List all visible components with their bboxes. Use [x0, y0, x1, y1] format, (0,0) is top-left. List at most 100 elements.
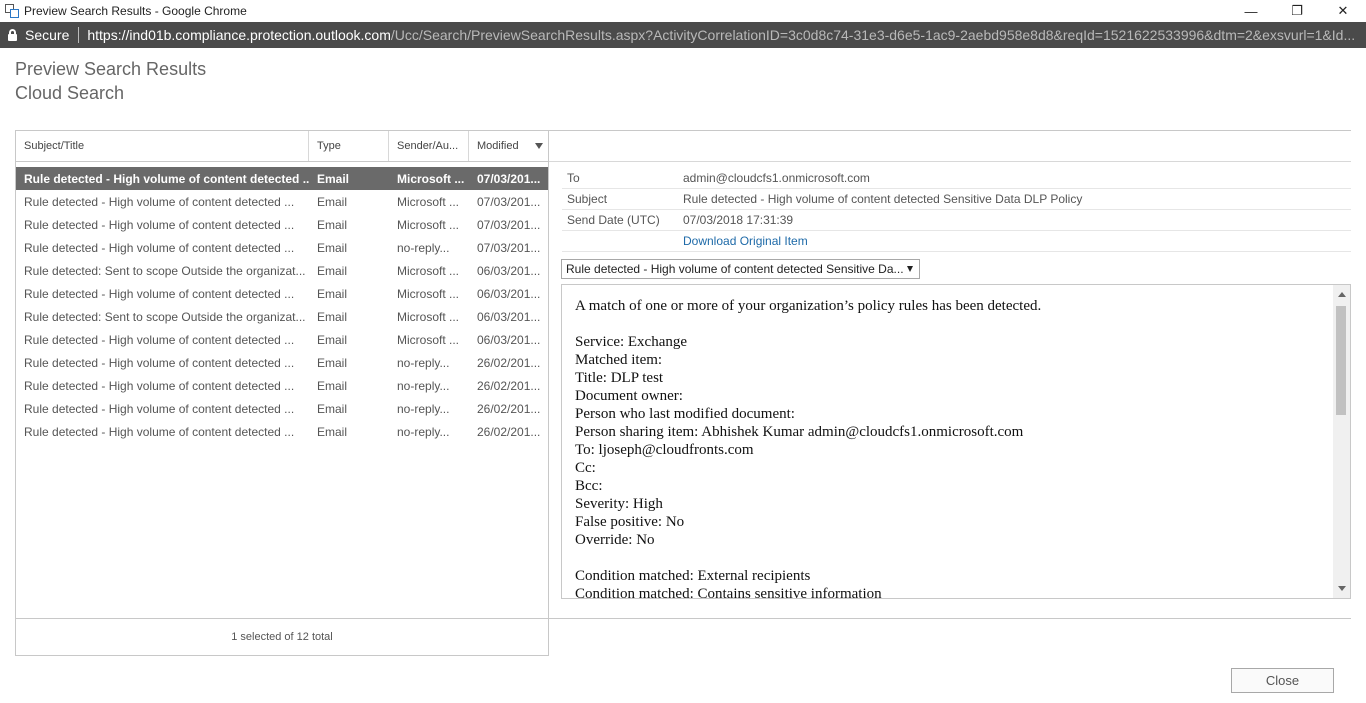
meta-row: To admin@cloudcfs1.onmicrosoft.com	[562, 168, 1351, 189]
scroll-up-icon[interactable]	[1338, 292, 1346, 297]
body-line	[575, 315, 1315, 333]
table-row[interactable]: Rule detected - High volume of content d…	[16, 420, 548, 443]
row-subject: Rule detected - High volume of content d…	[24, 240, 295, 255]
row-modified: 06/03/201...	[477, 286, 541, 301]
item-select-dropdown[interactable]: Rule detected - High volume of content d…	[561, 259, 920, 279]
row-sender: no-reply...	[397, 424, 450, 439]
row-sender: Microsoft ...	[397, 217, 460, 232]
row-type: Email	[317, 194, 348, 209]
column-type[interactable]: Type	[309, 131, 389, 161]
row-type: Email	[317, 332, 348, 347]
row-modified: 26/02/201...	[477, 378, 541, 393]
row-type: Email	[317, 378, 348, 393]
table-row[interactable]: Rule detected: Sent to scope Outside the…	[16, 259, 548, 282]
message-body-frame[interactable]: A match of one or more of your organizat…	[561, 284, 1351, 599]
close-button[interactable]: Close	[1231, 668, 1334, 693]
meta-row: Download Original Item	[562, 231, 1351, 252]
page-title: Preview Search Results	[15, 59, 207, 79]
restore-icon[interactable]: ❐	[1274, 0, 1320, 22]
row-subject: Rule detected: Sent to scope Outside the…	[24, 263, 306, 278]
body-line: Cc:	[575, 460, 596, 476]
table-row[interactable]: Rule detected - High volume of content d…	[16, 236, 548, 259]
lock-icon[interactable]	[8, 29, 17, 41]
table-row[interactable]: Rule detected - High volume of content d…	[16, 282, 548, 305]
row-subject: Rule detected - High volume of content d…	[24, 286, 295, 301]
row-modified: 06/03/201...	[477, 309, 541, 324]
column-sender-author[interactable]: Sender/Au...	[389, 131, 469, 161]
row-type: Email	[317, 263, 348, 278]
row-type: Email	[317, 286, 348, 301]
meta-row: Subject Rule detected - High volume of co…	[562, 189, 1351, 210]
row-type: Email	[317, 309, 348, 324]
url-host[interactable]: https://ind01b.compliance.protection.out…	[87, 27, 391, 43]
close-window-icon[interactable]: ✕	[1320, 0, 1366, 22]
item-select-value: Rule detected - High volume of content d…	[566, 262, 904, 276]
row-modified: 06/03/201...	[477, 332, 541, 347]
window-app-icon	[4, 3, 20, 19]
table-row[interactable]: Rule detected - High volume of content d…	[16, 328, 548, 351]
body-line: Override: No	[575, 532, 655, 548]
row-modified: 07/03/201...	[477, 240, 541, 255]
preview-bottom-border	[549, 618, 1351, 619]
row-type: Email	[317, 240, 348, 255]
results-column-header: Subject/Title Type Sender/Au... Modified	[16, 131, 548, 162]
row-type: Email	[317, 355, 348, 370]
window-titlebar: Preview Search Results - Google Chrome —…	[0, 0, 1366, 22]
row-sender: Microsoft ...	[397, 194, 460, 209]
table-row[interactable]: Rule detected - High volume of content d…	[16, 190, 548, 213]
message-body-scrollbar[interactable]	[1333, 285, 1350, 598]
sort-descending-icon[interactable]	[535, 143, 543, 149]
row-subject: Rule detected: Sent to scope Outside the…	[24, 309, 306, 324]
table-row[interactable]: Rule detected - High volume of content d…	[16, 213, 548, 236]
row-sender: Microsoft ...	[397, 263, 460, 278]
row-modified: 07/03/201...	[477, 217, 541, 232]
row-sender: Microsoft ...	[397, 332, 460, 347]
meta-value: Rule detected - High volume of content d…	[683, 192, 1083, 206]
row-modified: 26/02/201...	[477, 424, 541, 439]
body-line: Service: Exchange	[575, 334, 688, 350]
body-line: Bcc:	[575, 478, 603, 494]
body-line: False positive: No	[575, 514, 685, 530]
address-separator	[78, 27, 80, 43]
body-line: A match of one or more of your organizat…	[575, 298, 1042, 314]
body-line: Title: DLP test	[575, 370, 664, 386]
table-row[interactable]: Rule detected - High volume of content d…	[16, 374, 548, 397]
row-modified: 26/02/201...	[477, 355, 541, 370]
row-sender: no-reply...	[397, 240, 450, 255]
secure-label[interactable]: Secure	[25, 27, 69, 43]
meta-value: admin@cloudcfs1.onmicrosoft.com	[683, 171, 870, 185]
meta-label: Subject	[567, 192, 608, 206]
table-row[interactable]: Rule detected - High volume of content d…	[16, 397, 548, 420]
scroll-thumb[interactable]	[1336, 306, 1346, 415]
meta-row: Send Date (UTC) 07/03/2018 17:31:39	[562, 210, 1351, 231]
body-line: To: ljoseph@cloudfronts.com	[575, 442, 754, 458]
row-type: Email	[317, 424, 348, 439]
column-modified[interactable]: Modified	[469, 131, 548, 161]
meta-value: 07/03/2018 17:31:39	[683, 213, 794, 227]
selection-count: 1 selected of 12 total	[16, 618, 548, 655]
table-row[interactable]: Rule detected: Sent to scope Outside the…	[16, 305, 548, 328]
page-subtitle: Cloud Search	[15, 83, 125, 103]
body-line	[575, 549, 1315, 567]
message-body: A match of one or more of your organizat…	[575, 297, 1315, 598]
dropdown-arrow-icon[interactable]	[907, 266, 913, 272]
window-title: Preview Search Results - Google Chrome	[24, 4, 247, 18]
body-line: Person sharing item: Abhishek Kumar admi…	[575, 424, 1024, 440]
column-subject-title[interactable]: Subject/Title	[16, 131, 309, 161]
download-original-item-link[interactable]: Download Original Item	[683, 234, 1351, 248]
table-row[interactable]: Rule detected - High volume of content d…	[16, 167, 548, 190]
row-subject: Rule detected - High volume of content d…	[24, 217, 295, 232]
table-row[interactable]: Rule detected - High volume of content d…	[16, 351, 548, 374]
row-type: Email	[317, 217, 348, 232]
scroll-down-icon[interactable]	[1338, 586, 1346, 591]
minimize-icon[interactable]: —	[1228, 0, 1274, 22]
address-bar[interactable]: Secure https://ind01b.compliance.protect…	[0, 22, 1366, 48]
preview-header-border	[549, 161, 1351, 162]
row-modified: 26/02/201...	[477, 401, 541, 416]
row-type: Email	[317, 171, 350, 186]
row-sender: Microsoft ...	[397, 171, 465, 186]
preview-top-border	[549, 130, 1351, 131]
row-subject: Rule detected - High volume of content d…	[24, 424, 295, 439]
row-sender: Microsoft ...	[397, 309, 460, 324]
url-path[interactable]: /Ucc/Search/PreviewSearchResults.aspx?Ac…	[391, 27, 1355, 43]
